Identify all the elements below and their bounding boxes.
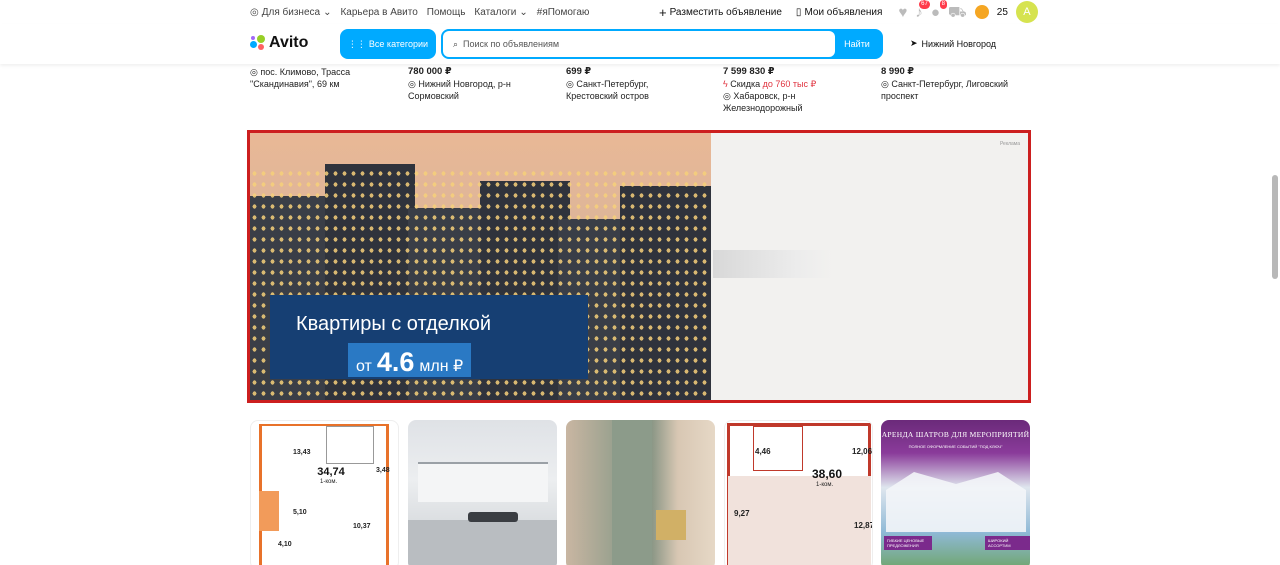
listing-card-tiles[interactable] bbox=[566, 420, 715, 565]
tiles-photo bbox=[612, 420, 652, 565]
notifications-badge: 67 bbox=[919, 0, 930, 9]
cart-icon[interactable]: ⛟ bbox=[948, 5, 967, 20]
banner-tag: ГИБКИЕ ЦЕНОВЫЕ ПРЕДЛОЖЕНИЯ bbox=[884, 536, 932, 550]
notifications-bell-icon[interactable]: ♪ 67 bbox=[915, 0, 930, 20]
tent-photo bbox=[886, 472, 1026, 532]
logo-dots-icon bbox=[250, 35, 266, 51]
list-item[interactable]: ◎ пос. Климово, Трасса "Скандинавия", 69… bbox=[250, 66, 350, 90]
tent-photo bbox=[418, 462, 548, 502]
list-item[interactable]: 7 599 830 ₽ ϟ Скидка до 760 тыс ₽ ◎ Хаба… bbox=[723, 66, 816, 114]
listing-card-tent-rental[interactable]: АРЕНДА ШАТРОВ ДЛЯ МЕРОПРИЯТИЙ ПОЛНОЕ ОФО… bbox=[881, 420, 1030, 565]
banner-title: АРЕНДА ШАТРОВ ДЛЯ МЕРОПРИЯТИЙ bbox=[881, 430, 1030, 439]
ad-label: Реклама bbox=[999, 141, 1020, 147]
search-input[interactable]: ⌕ Поиск по объявлениям bbox=[443, 31, 835, 57]
plus-icon: + bbox=[659, 4, 667, 20]
avatar[interactable]: A bbox=[1015, 1, 1038, 23]
career-link[interactable]: Карьера в Авито bbox=[340, 7, 417, 18]
ad-placeholder bbox=[713, 250, 833, 278]
top-links: ◎ Для бизнеса ⌄ Карьера в Авито Помощь Кат… bbox=[250, 7, 589, 18]
wallet-icon[interactable] bbox=[974, 5, 989, 19]
all-categories-button[interactable]: ⋮⋮ Все категории bbox=[340, 29, 436, 59]
top-bar: ◎ Для бизнеса ⌄ Карьера в Авито Помощь Кат… bbox=[0, 0, 1280, 24]
messages-badge: 8 bbox=[939, 0, 947, 9]
price: 8 990 ₽ bbox=[881, 66, 915, 77]
catalogs-link[interactable]: Каталоги ⌄ bbox=[474, 7, 527, 18]
ad-headline-box: Квартиры с отделкой от 4.6 млн ₽ bbox=[270, 295, 588, 379]
price: 780 000 ₽ bbox=[408, 66, 452, 77]
document-icon: ▯ bbox=[795, 6, 802, 18]
list-item[interactable]: 8 990 ₽ ◎ Санкт-Петербург, Лиговский про… bbox=[881, 66, 1008, 102]
ad-banner[interactable]: Квартиры с отделкой от 4.6 млн ₽ Реклама bbox=[247, 130, 1031, 403]
discount: ϟ Скидка до 760 тыс ₽ bbox=[723, 79, 817, 89]
price: 699 ₽ bbox=[566, 66, 592, 77]
avito-logo[interactable]: Avito bbox=[250, 34, 308, 52]
search-button[interactable]: Найти bbox=[833, 31, 881, 57]
listing-card-floorplan[interactable]: 4,46 12,06 38,60 1-ком. 9,27 12,87 bbox=[724, 420, 873, 565]
chevron-down-icon: ⌄ bbox=[519, 7, 528, 18]
banner-tag: ШИРОКИЙ АССОРТИМ bbox=[985, 536, 1030, 550]
lightning-icon: ϟ bbox=[723, 79, 728, 89]
location-arrow-icon: ➤ bbox=[910, 38, 918, 48]
ad-price-tag: от 4.6 млн ₽ bbox=[348, 343, 472, 377]
post-ad-button[interactable]: + Разместить объявление bbox=[659, 5, 782, 20]
banner-subtitle: ПОЛНОЕ ОФОРМЛЕНИЕ СОБЫТИЙ "ПОД КЛЮЧ" bbox=[908, 444, 1003, 449]
for-business-link[interactable]: ◎ Для бизнеса ⌄ bbox=[250, 7, 331, 18]
messages-icon[interactable]: ● 8 bbox=[931, 0, 947, 20]
header: Avito ⋮⋮ Все категории ⌕ Поиск по объявл… bbox=[0, 24, 1280, 64]
search-bar: ⌕ Поиск по объявлениям Найти bbox=[441, 29, 883, 59]
price: 7 599 830 ₽ bbox=[723, 66, 775, 77]
search-icon: ⌕ bbox=[453, 38, 459, 49]
location-selector[interactable]: ➤ Нижний Новгород bbox=[910, 38, 996, 49]
scrollbar[interactable] bbox=[1272, 175, 1278, 279]
chevron-down-icon: ⌄ bbox=[323, 7, 332, 18]
listing-card-tent[interactable] bbox=[408, 420, 557, 565]
list-item[interactable]: 780 000 ₽ ◎ Нижний Новгород, р-н Сормовс… bbox=[408, 66, 511, 102]
top-actions: + Разместить объявление ▯ Мои объявления ♥… bbox=[659, 0, 1038, 24]
favorites-heart-icon[interactable]: ♥ bbox=[898, 5, 907, 20]
my-ads-button[interactable]: ▯ Мои объявления bbox=[796, 7, 883, 18]
listing-card-floorplan[interactable]: 13,43 34,74 1-ком. 3,48 5,10 10,37 4,10 bbox=[250, 420, 399, 565]
business-icon: ◎ bbox=[250, 7, 259, 18]
wallet-balance: 25 bbox=[996, 6, 1008, 18]
ad-headline: Квартиры с отделкой bbox=[296, 313, 492, 335]
help-link[interactable]: Помощь bbox=[427, 7, 466, 18]
list-item[interactable]: 699 ₽ ◎ Санкт-Петербург, Крестовский ост… bbox=[566, 66, 649, 102]
ad-illustration: Квартиры с отделкой от 4.6 млн ₽ bbox=[250, 133, 711, 400]
grid-icon: ⋮⋮ bbox=[347, 38, 366, 49]
ya-pomogayu-link[interactable]: #яПомогаю bbox=[537, 7, 590, 18]
